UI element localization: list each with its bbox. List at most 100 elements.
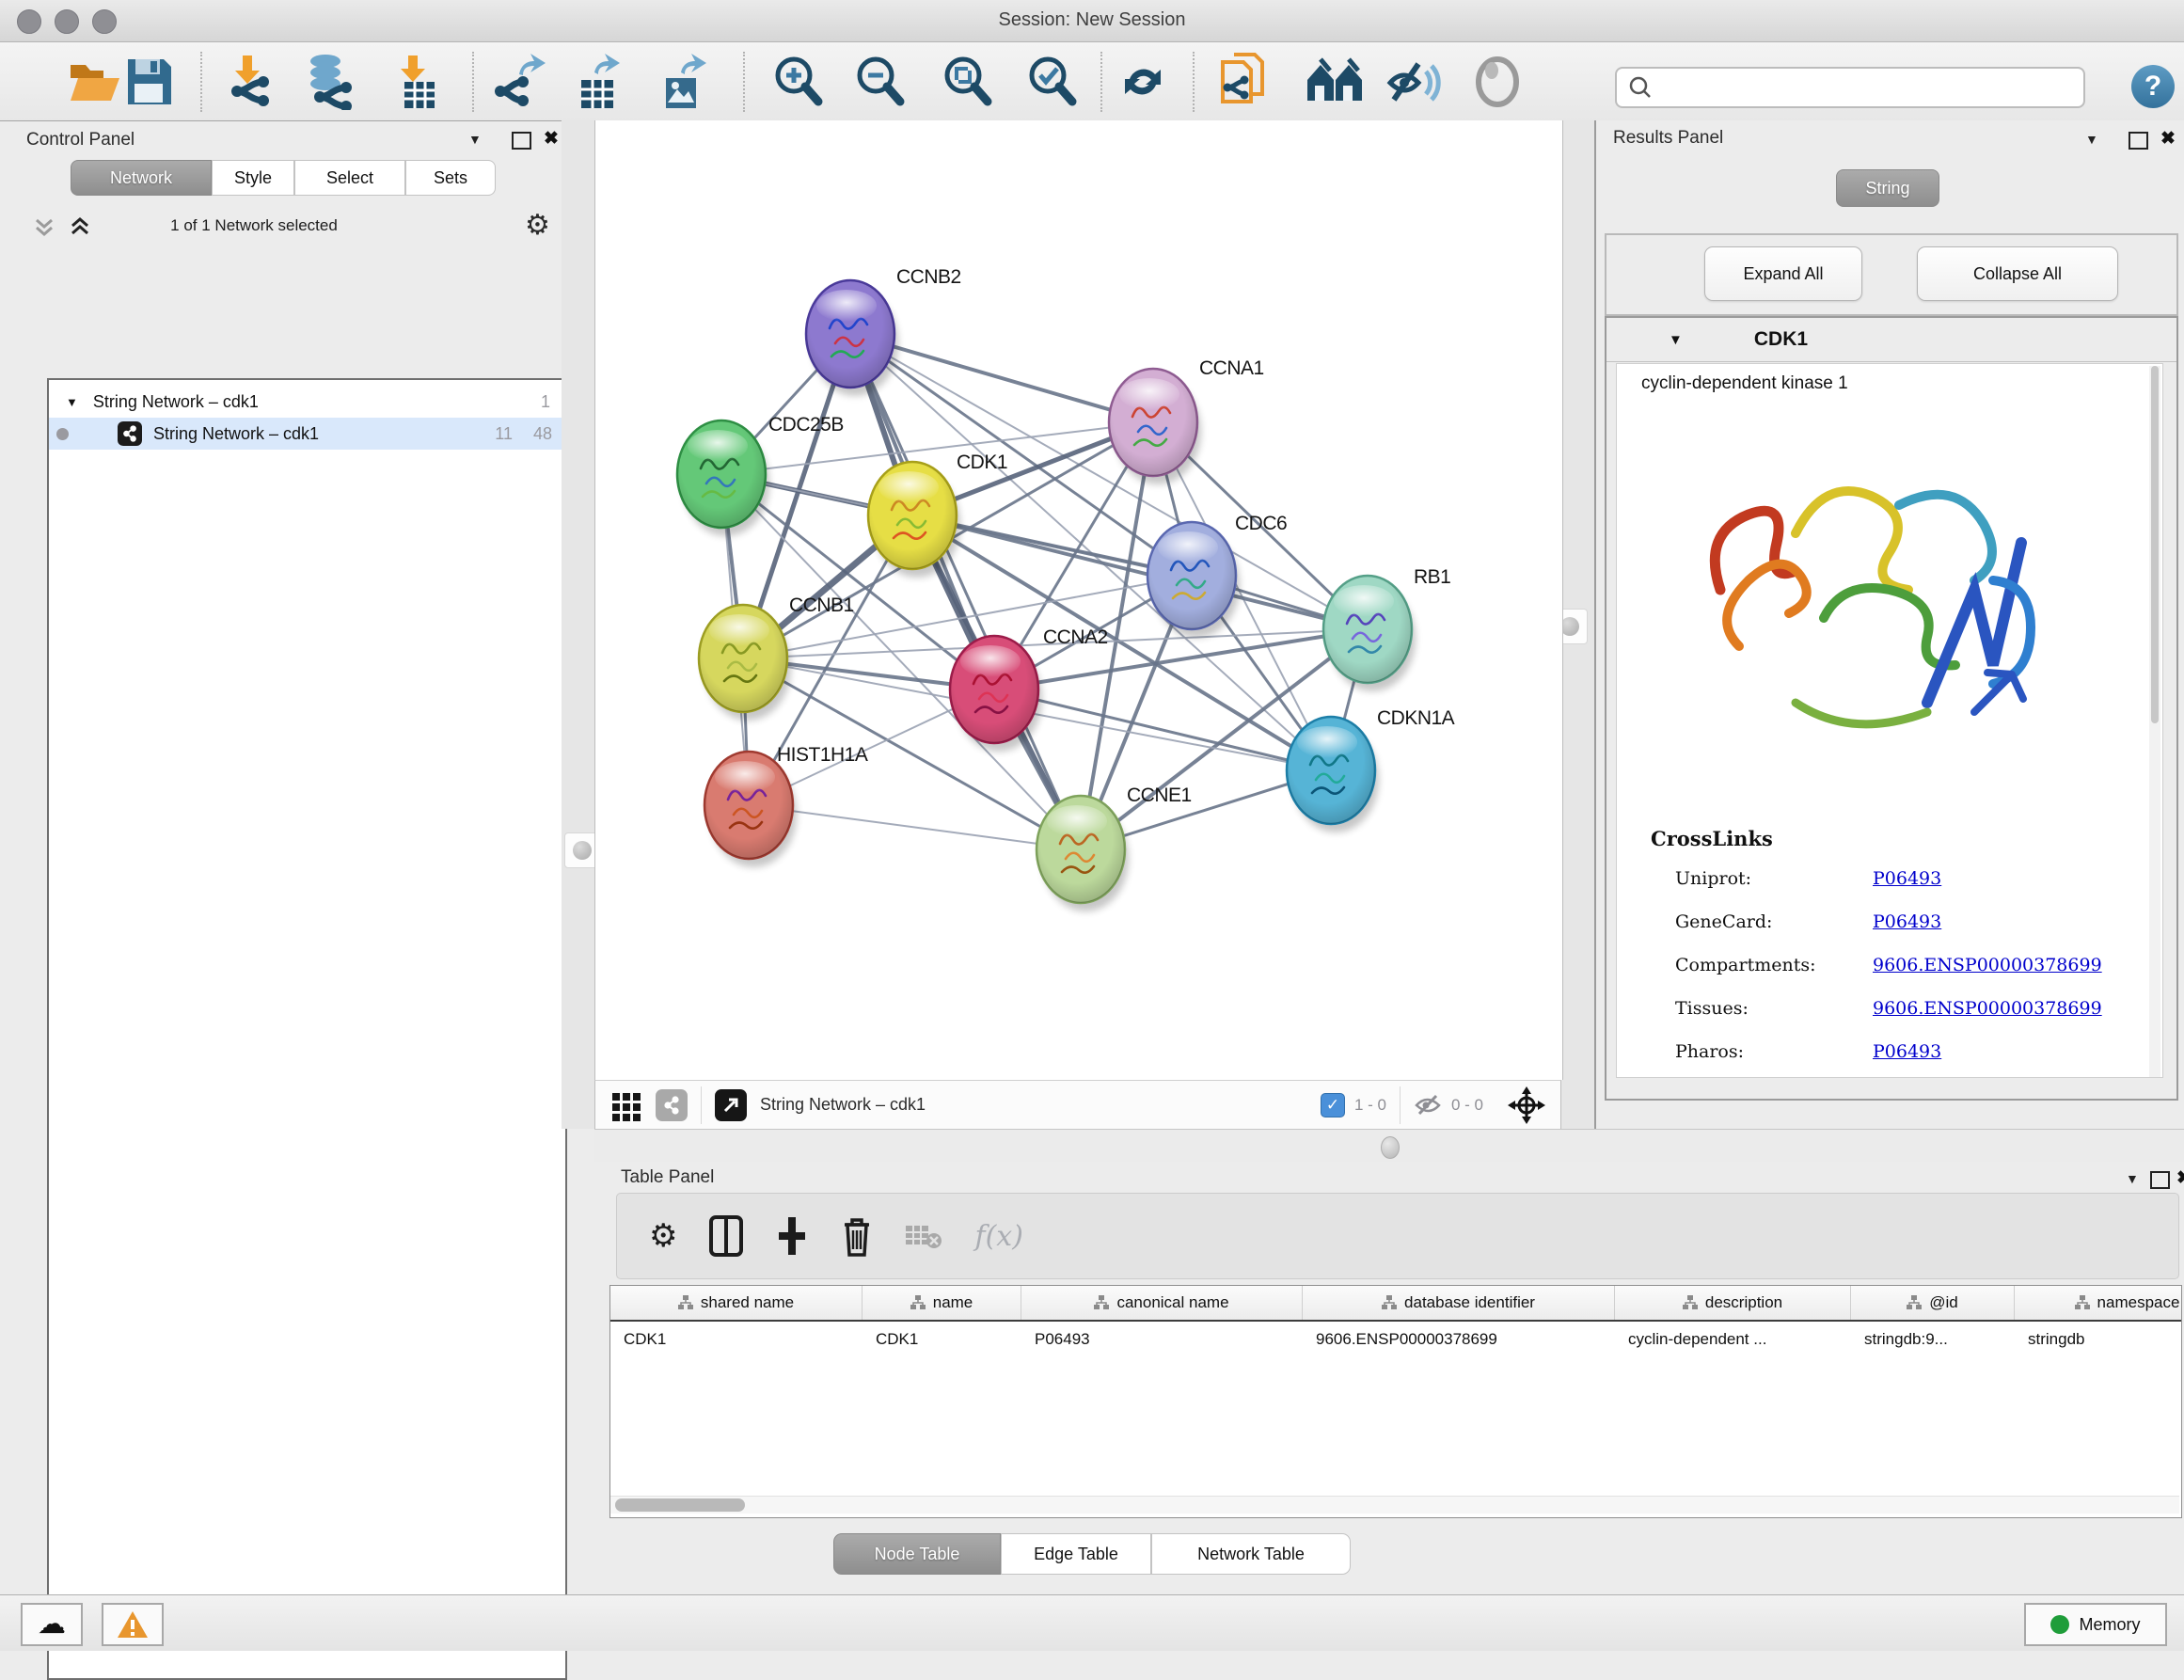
table-cell[interactable]: stringdb (2015, 1322, 2182, 1357)
column-header-name[interactable]: name (863, 1286, 1021, 1320)
control-panel-float-icon[interactable] (512, 132, 531, 150)
function-builder-icon[interactable]: f(x) (974, 1220, 1022, 1253)
crosslink-link[interactable]: P06493 (1873, 911, 1941, 932)
network-node-RB1[interactable] (1323, 576, 1416, 691)
column-header-shared-name[interactable]: shared name (610, 1286, 863, 1320)
birds-eye-view-icon[interactable] (610, 1089, 642, 1121)
table-scrollbar-thumb[interactable] (615, 1498, 745, 1512)
column-header-canonical-name[interactable]: canonical name (1021, 1286, 1303, 1320)
open-in-window-icon[interactable] (715, 1089, 747, 1121)
network-node-CCNA2[interactable] (950, 636, 1042, 752)
column-header-description[interactable]: description (1615, 1286, 1851, 1320)
search-field[interactable] (1615, 67, 2085, 108)
network-canvas[interactable]: CCNB2CCNA1CDC25BCDK1CDC6RB1CCNB1CCNA2CDK… (594, 120, 1563, 1080)
table-panel-float-icon[interactable] (2150, 1171, 2170, 1189)
column-header--id[interactable]: @id (1851, 1286, 2015, 1320)
table-cell[interactable]: stringdb:9... (1851, 1322, 2015, 1357)
collapse-all-button[interactable]: Collapse All (1917, 246, 2118, 301)
hidden-eye-icon[interactable] (1414, 1093, 1444, 1117)
tab-edge-table[interactable]: Edge Table (1001, 1533, 1151, 1575)
column-header-database-identifier[interactable]: database identifier (1303, 1286, 1615, 1320)
show-graphics-details-icon[interactable] (1473, 54, 1522, 110)
left-splitter[interactable] (562, 120, 594, 1129)
string-style-icon[interactable] (656, 1089, 688, 1121)
control-panel-menu-icon[interactable]: ▼ (468, 132, 482, 147)
help-button[interactable]: ? (2131, 65, 2175, 108)
network-options-gear-icon[interactable]: ⚙ (525, 209, 550, 242)
hide-selected-icon[interactable] (1386, 54, 1443, 110)
results-scrollbar[interactable] (2149, 366, 2160, 1077)
network-node-HIST1H1A[interactable] (704, 752, 797, 867)
tab-node-table[interactable]: Node Table (833, 1533, 1001, 1575)
zoom-in-icon[interactable] (771, 54, 826, 110)
delete-table-icon[interactable] (905, 1222, 942, 1250)
search-input[interactable] (1660, 77, 2059, 99)
network-node-CCNA1[interactable] (1109, 369, 1201, 484)
cloud-status-button[interactable]: ☁ (21, 1603, 83, 1646)
zoom-out-icon[interactable] (853, 54, 908, 110)
create-column-icon[interactable] (775, 1215, 809, 1257)
zoom-selected-icon[interactable] (1025, 54, 1080, 110)
zoom-fit-icon[interactable] (941, 54, 995, 110)
table-panel-menu-icon[interactable]: ▼ (2126, 1171, 2139, 1186)
tab-select[interactable]: Select (294, 160, 405, 196)
tab-network-table[interactable]: Network Table (1151, 1533, 1351, 1575)
table-cell[interactable]: P06493 (1021, 1322, 1303, 1357)
network-node-CCNE1[interactable] (1037, 796, 1129, 911)
import-table-file-icon[interactable] (391, 54, 442, 110)
results-panel-float-icon[interactable] (2129, 132, 2148, 150)
tab-sets[interactable]: Sets (405, 160, 496, 196)
crosslink-link[interactable]: 9606.ENSP00000378699 (1873, 998, 2102, 1019)
network-node-CDK1[interactable] (868, 462, 960, 578)
results-scrollbar-thumb[interactable] (2151, 366, 2159, 723)
horizontal-splitter-handle[interactable] (1381, 1136, 1400, 1159)
crosslink-link[interactable]: P06493 (1873, 1041, 1941, 1062)
network-edge (850, 334, 1081, 849)
table-cell[interactable]: CDK1 (863, 1322, 1021, 1357)
import-network-database-icon[interactable] (301, 54, 357, 110)
selected-nodes-checkbox-icon[interactable]: ✓ (1321, 1093, 1345, 1117)
open-session-icon[interactable] (68, 54, 122, 110)
table-horizontal-scrollbar[interactable] (610, 1496, 2179, 1514)
node-table[interactable]: shared namenamecanonical namedatabase id… (609, 1285, 2182, 1518)
table-row[interactable]: CDK1CDK1P064939606.ENSP00000378699cyclin… (610, 1322, 2181, 1357)
table-options-gear-icon[interactable]: ⚙ (649, 1217, 677, 1255)
network-collection-row[interactable]: ▼ String Network – cdk1 1 (49, 386, 565, 418)
export-table-icon[interactable] (572, 54, 625, 110)
fit-content-crosshair-icon[interactable] (1508, 1086, 1545, 1124)
table-cell[interactable]: 9606.ENSP00000378699 (1303, 1322, 1615, 1357)
warnings-button[interactable] (102, 1603, 164, 1646)
export-network-icon[interactable] (493, 54, 546, 110)
table-toolbar: ⚙ f(x) (616, 1193, 2179, 1279)
tab-style[interactable]: Style (212, 160, 294, 196)
show-columns-icon[interactable] (709, 1215, 743, 1257)
control-panel-close-icon[interactable]: ✖ (544, 128, 559, 150)
table-panel-close-icon[interactable]: ✖ (2176, 1167, 2184, 1189)
collection-expander-icon[interactable]: ▼ (66, 395, 78, 409)
crosslink-link[interactable]: P06493 (1873, 868, 1941, 889)
crosslink-link[interactable]: 9606.ENSP00000378699 (1873, 955, 2102, 975)
results-panel-close-icon[interactable]: ✖ (2160, 128, 2176, 150)
export-image-icon[interactable] (657, 54, 709, 110)
gene-expander-icon[interactable]: ▼ (1669, 332, 1683, 348)
network-node-CDKN1A[interactable] (1287, 717, 1379, 832)
results-panel-menu-icon[interactable]: ▼ (2085, 132, 2098, 147)
refresh-view-icon[interactable] (1117, 54, 1168, 110)
duplicate-network-icon[interactable] (1219, 54, 1272, 110)
delete-column-trash-icon[interactable] (841, 1215, 873, 1257)
memory-button[interactable]: Memory (2024, 1603, 2167, 1646)
tab-network[interactable]: Network (71, 160, 212, 196)
tab-string[interactable]: String (1836, 169, 1939, 207)
table-cell[interactable]: cyclin-dependent ... (1615, 1322, 1851, 1357)
table-cell[interactable]: CDK1 (610, 1322, 863, 1357)
network-row[interactable]: String Network – cdk1 11 48 (49, 418, 565, 450)
network-node-CCNB1[interactable] (699, 605, 791, 721)
import-network-file-icon[interactable] (224, 54, 277, 110)
network-node-CCNB2[interactable] (806, 280, 898, 396)
show-all-nodes-icon[interactable] (1306, 54, 1364, 110)
network-node-CDC6[interactable] (1147, 522, 1240, 638)
save-session-icon[interactable] (126, 54, 173, 110)
column-header-namespace[interactable]: namespace (2015, 1286, 2182, 1320)
expand-all-button[interactable]: Expand All (1704, 246, 1862, 301)
gene-header-row[interactable]: ▼ CDK1 (1606, 318, 2176, 362)
